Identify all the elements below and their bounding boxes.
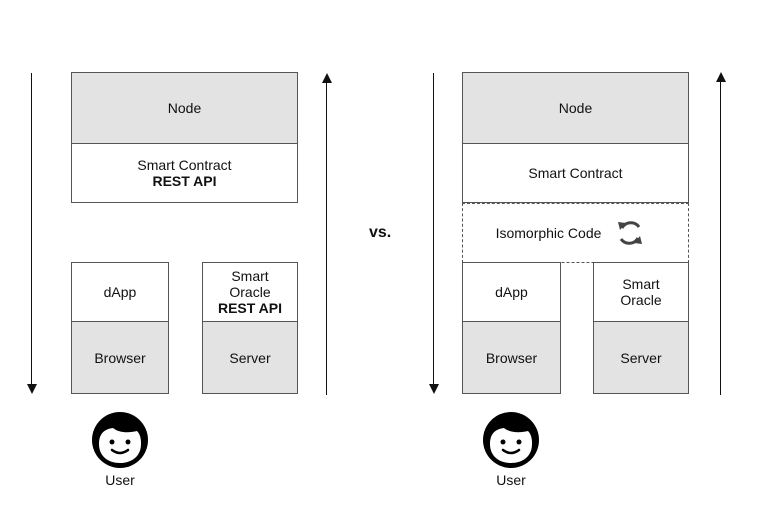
dapp-block: dApp — [71, 262, 169, 322]
isomorphic-code-label: Isomorphic Code — [495, 225, 602, 241]
browser-block: Browser — [462, 321, 561, 394]
node-block: Node — [71, 72, 298, 144]
arrow-up-head — [322, 73, 332, 83]
arrow-up-icon — [326, 82, 327, 395]
smart-oracle-block: Smart Oracle — [593, 262, 689, 322]
node-label: Node — [558, 100, 593, 116]
server-label: Server — [620, 349, 662, 366]
server-block: Server — [202, 321, 298, 394]
vs-label: vs. — [369, 224, 392, 241]
dapp-block: dApp — [462, 262, 561, 322]
smart-oracle-label-1: Smart — [622, 276, 660, 292]
oracle-rest-api-label: REST API — [217, 300, 283, 316]
rest-api-label: REST API — [152, 173, 217, 189]
user-label: User — [105, 472, 135, 488]
smart-contract-label: Smart Contract — [528, 165, 623, 181]
smart-oracle-label-2: Oracle — [229, 284, 271, 300]
server-label: Server — [229, 349, 271, 366]
arrow-down-icon — [31, 73, 32, 385]
smart-oracle-label-1: Smart — [231, 268, 269, 284]
sync-icon — [618, 221, 643, 245]
arrow-up-icon — [720, 82, 721, 395]
arrow-down-head — [27, 384, 37, 394]
isomorphic-code-block: Isomorphic Code — [462, 203, 689, 263]
arrow-down-head — [429, 384, 439, 394]
arrow-down-icon — [433, 73, 434, 385]
server-block: Server — [593, 321, 689, 394]
smart-contract-block: Smart Contract — [462, 143, 689, 203]
user-avatar-icon — [483, 412, 539, 468]
smart-contract-label: Smart Contract — [137, 157, 232, 173]
dapp-label: dApp — [103, 284, 137, 300]
node-label: Node — [167, 100, 202, 116]
smart-oracle-label-2: Oracle — [620, 292, 662, 308]
dapp-label: dApp — [495, 284, 528, 300]
user-avatar-icon — [92, 412, 148, 468]
user-label: User — [496, 472, 526, 488]
smart-oracle-block: Smart Oracle REST API — [202, 262, 298, 322]
browser-label: Browser — [94, 349, 146, 366]
browser-label: Browser — [485, 349, 538, 366]
node-block: Node — [462, 72, 689, 144]
smart-contract-block: Smart Contract REST API — [71, 143, 298, 203]
arrow-up-head — [716, 72, 726, 82]
browser-block: Browser — [71, 321, 169, 394]
